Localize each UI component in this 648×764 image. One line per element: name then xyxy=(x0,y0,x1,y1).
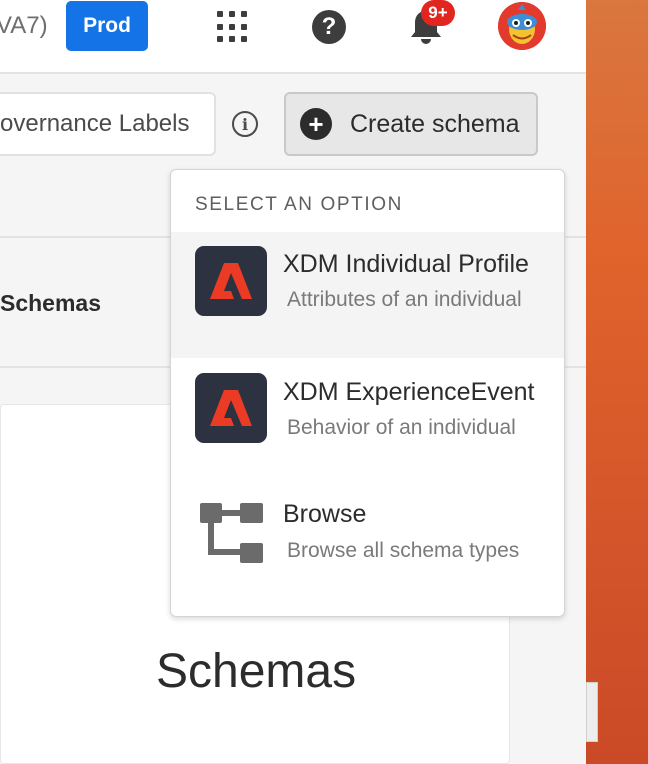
add-circle-icon: + xyxy=(300,108,332,140)
top-navigation-bar: VA7) Prod ? 9+ xyxy=(0,0,586,74)
menu-item-description: Browse all schema types xyxy=(287,539,520,562)
menu-item-title: XDM ExperienceEvent xyxy=(283,378,535,406)
menu-item-title: Browse xyxy=(283,500,367,528)
environment-switcher[interactable]: Prod xyxy=(66,1,148,51)
user-avatar[interactable] xyxy=(498,2,546,50)
info-icon[interactable]: i xyxy=(232,111,258,137)
help-icon[interactable]: ? xyxy=(312,10,346,44)
org-name-fragment[interactable]: VA7) xyxy=(0,12,48,40)
menu-item-xdm-individual-profile[interactable]: XDM Individual Profile Attributes of an … xyxy=(171,232,564,358)
section-title: Schemas xyxy=(0,290,102,316)
empty-state-title: Schemas xyxy=(156,645,357,698)
notification-count-badge: 9+ xyxy=(421,0,455,26)
adobe-logo-icon xyxy=(195,373,267,443)
governance-labels-button[interactable]: overnance Labels xyxy=(0,92,216,156)
menu-item-browse[interactable]: Browse Browse all schema types xyxy=(171,484,564,610)
create-schema-dropdown: SELECT AN OPTION XDM Individual Profile … xyxy=(170,169,565,617)
menu-item-xdm-experienceevent[interactable]: XDM ExperienceEvent Behavior of an indiv… xyxy=(171,358,564,484)
adobe-logo-icon xyxy=(195,246,267,316)
dropdown-header: SELECT AN OPTION xyxy=(195,194,403,215)
create-schema-label: Create schema xyxy=(350,109,520,138)
scrollbar-thumb[interactable] xyxy=(586,682,598,742)
tree-structure-icon xyxy=(200,503,263,563)
create-schema-button[interactable]: + Create schema xyxy=(284,92,538,156)
desktop-background xyxy=(586,0,648,764)
menu-item-title: XDM Individual Profile xyxy=(283,250,529,278)
menu-item-description: Attributes of an individual xyxy=(287,288,522,311)
menu-item-description: Behavior of an individual xyxy=(287,416,516,439)
apps-grid-icon[interactable] xyxy=(216,10,250,44)
